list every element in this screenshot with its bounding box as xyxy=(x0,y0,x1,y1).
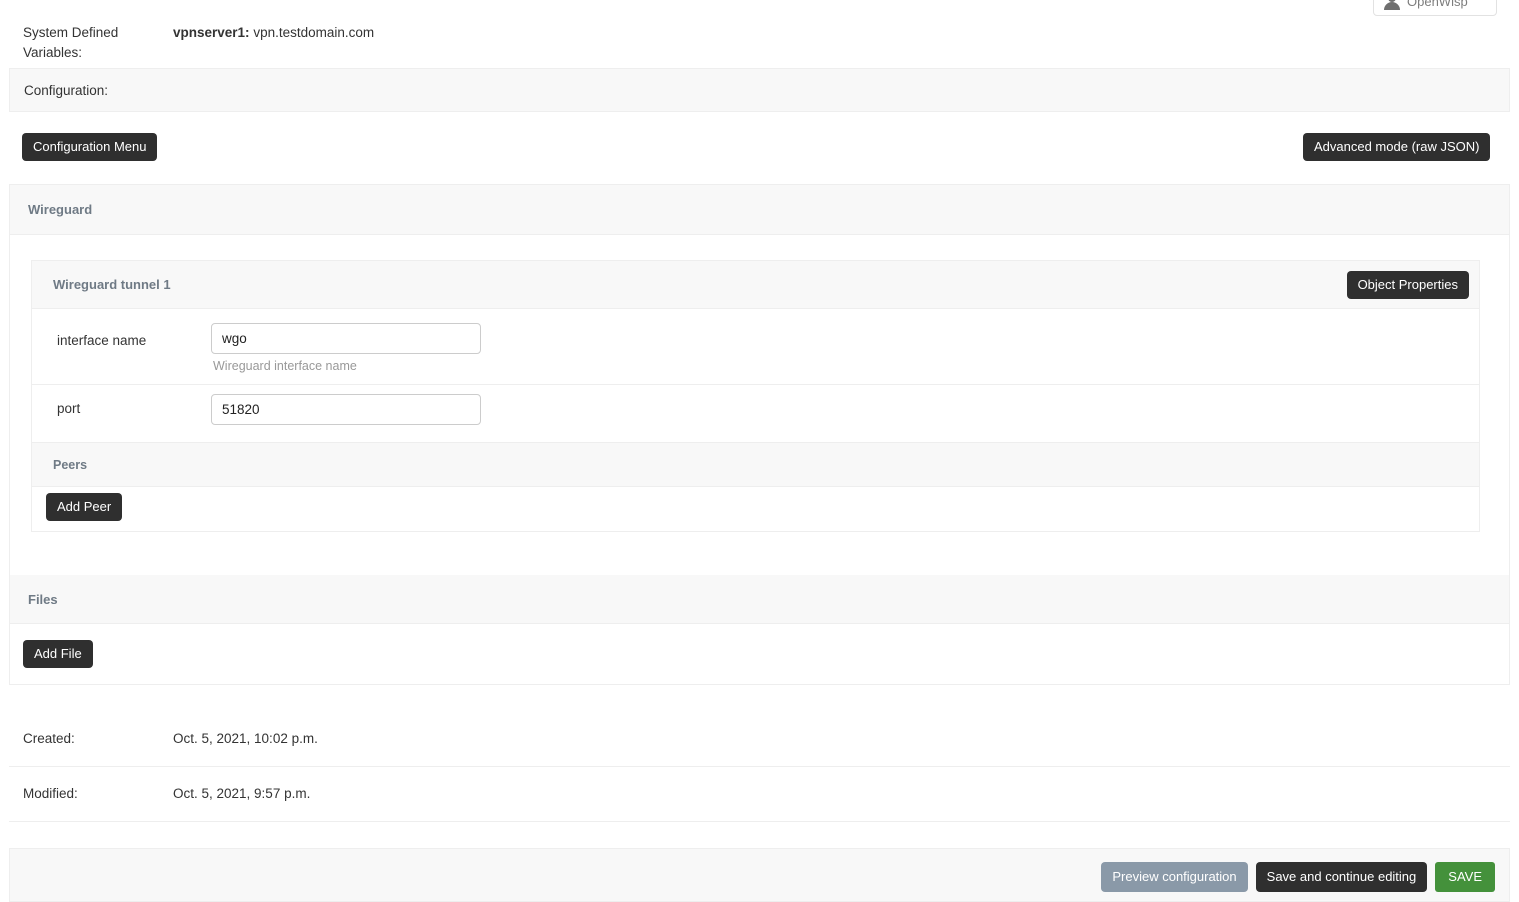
peers-section-title: Peers xyxy=(53,457,88,472)
add-file-button[interactable]: Add File xyxy=(23,640,93,668)
wireguard-panel: Wireguard Wireguard tunnel 1 Object Prop… xyxy=(9,184,1510,623)
configuration-menu-button[interactable]: Configuration Menu xyxy=(22,133,158,161)
system-defined-variables-value: vpnserver1: vpn.testdomain.com xyxy=(173,23,374,43)
files-panel-header: Files xyxy=(10,575,1509,624)
object-properties-button[interactable]: Object Properties xyxy=(1346,271,1469,299)
save-button[interactable]: SAVE xyxy=(1435,862,1495,892)
save-and-continue-editing-button[interactable]: Save and continue editing xyxy=(1255,862,1428,892)
variable-value: vpn.testdomain.com xyxy=(253,25,375,40)
system-defined-variables-label: System Defined Variables: xyxy=(23,25,119,60)
peers-section-header: Peers xyxy=(32,443,1479,487)
created-value: Oct. 5, 2021, 10:02 p.m. xyxy=(173,731,318,746)
files-panel-title: Files xyxy=(28,591,58,607)
interface-name-input[interactable] xyxy=(211,323,481,354)
modified-row: Modified: Oct. 5, 2021, 9:57 p.m. xyxy=(9,767,1510,822)
configuration-actions-row: Configuration Menu Advanced mode (raw JS… xyxy=(0,133,1519,163)
wireguard-tunnel-card: Wireguard tunnel 1 Object Properties int… xyxy=(31,260,1480,532)
modified-value: Oct. 5, 2021, 9:57 p.m. xyxy=(173,786,311,801)
wireguard-tunnel-header: Wireguard tunnel 1 Object Properties xyxy=(32,261,1479,309)
submit-row-buttons: Preview configuration Save and continue … xyxy=(1101,862,1495,892)
peers-section-body: Add Peer xyxy=(32,487,1479,531)
wireguard-panel-header: Wireguard xyxy=(10,185,1509,235)
advanced-mode-button[interactable]: Advanced mode (raw JSON) xyxy=(1303,133,1491,161)
port-input[interactable] xyxy=(211,394,481,425)
interface-name-help: Wireguard interface name xyxy=(213,359,357,373)
configuration-section-label: Configuration: xyxy=(24,82,109,98)
modified-label: Modified: xyxy=(23,786,78,801)
port-label: port xyxy=(57,401,81,416)
created-label: Created: xyxy=(23,731,75,746)
interface-name-label: interface name xyxy=(57,333,147,348)
created-row: Created: Oct. 5, 2021, 10:02 p.m. xyxy=(9,712,1510,767)
field-row-interface-name: interface name Wireguard interface name xyxy=(32,309,1479,385)
system-defined-variables-row: System Defined Variables: vpnserver1: vp… xyxy=(9,10,1510,60)
wireguard-panel-title: Wireguard xyxy=(28,202,93,217)
submit-row: Preview configuration Save and continue … xyxy=(9,848,1510,902)
add-peer-button[interactable]: Add Peer xyxy=(46,493,123,521)
preview-configuration-button[interactable]: Preview configuration xyxy=(1101,862,1248,892)
variable-name: vpnserver1: xyxy=(173,25,250,40)
wireguard-tunnel-title: Wireguard tunnel 1 xyxy=(53,277,171,292)
field-row-port: port xyxy=(32,385,1479,443)
files-panel: Files Add File xyxy=(9,575,1510,685)
user-avatar-icon xyxy=(1384,0,1400,10)
metadata-rows: Created: Oct. 5, 2021, 10:02 p.m. Modifi… xyxy=(9,712,1510,822)
configuration-section-bar: Configuration: xyxy=(9,68,1510,112)
user-menu-label: OpenWisp xyxy=(1407,0,1468,9)
